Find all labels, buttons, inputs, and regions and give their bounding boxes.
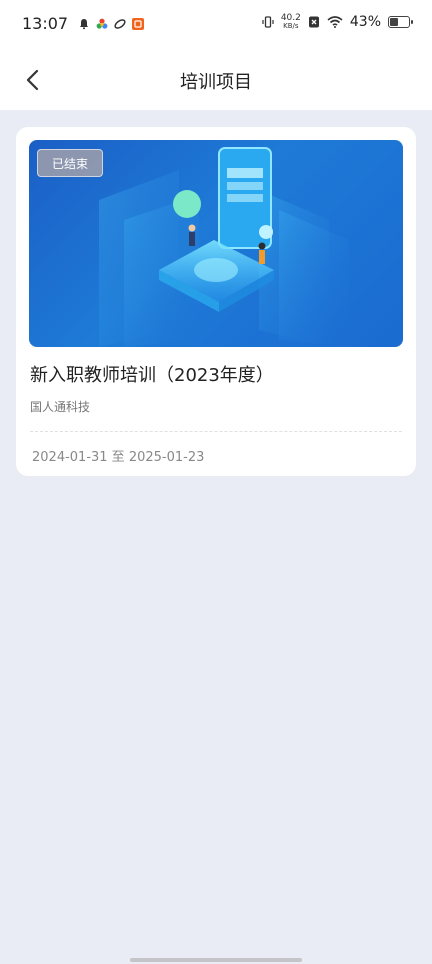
battery-icon bbox=[388, 16, 413, 28]
bell-icon bbox=[80, 18, 89, 29]
status-left: 13:07 bbox=[22, 14, 145, 33]
organization-name: 国人通科技 bbox=[30, 400, 91, 414]
card-divider bbox=[30, 431, 402, 432]
date-range: 2024-01-31 至 2025-01-23 bbox=[32, 450, 205, 465]
netspeed-indicator: 40.2 KB/s bbox=[281, 14, 301, 30]
status-time: 13:07 bbox=[22, 14, 69, 33]
training-card[interactable]: 已结束 新入职教师培训（2023年度） 国人通科技 2024-01-31 至 2… bbox=[16, 127, 416, 476]
home-indicator[interactable] bbox=[130, 958, 302, 962]
sim-x-icon bbox=[308, 16, 319, 28]
wifi-icon bbox=[327, 16, 343, 28]
page-title: 培训项目 bbox=[180, 72, 252, 93]
cover-image: 已结束 bbox=[29, 140, 403, 347]
orange-app-icon bbox=[132, 17, 145, 30]
course-title: 新入职教师培训（2023年度） bbox=[30, 365, 274, 386]
link-app-icon bbox=[114, 18, 126, 29]
vibrate-icon bbox=[262, 16, 274, 28]
battery-percent: 43% bbox=[349, 14, 381, 30]
status-badge: 已结束 bbox=[37, 149, 103, 177]
netspeed-unit: KB/s bbox=[283, 22, 299, 30]
status-bar: 13:07 40.2 KB/s 43% bbox=[0, 0, 432, 52]
colorful-app-icon bbox=[96, 18, 108, 29]
status-right: 40.2 KB/s 43% bbox=[262, 14, 413, 30]
header: 培训项目 bbox=[0, 52, 432, 110]
